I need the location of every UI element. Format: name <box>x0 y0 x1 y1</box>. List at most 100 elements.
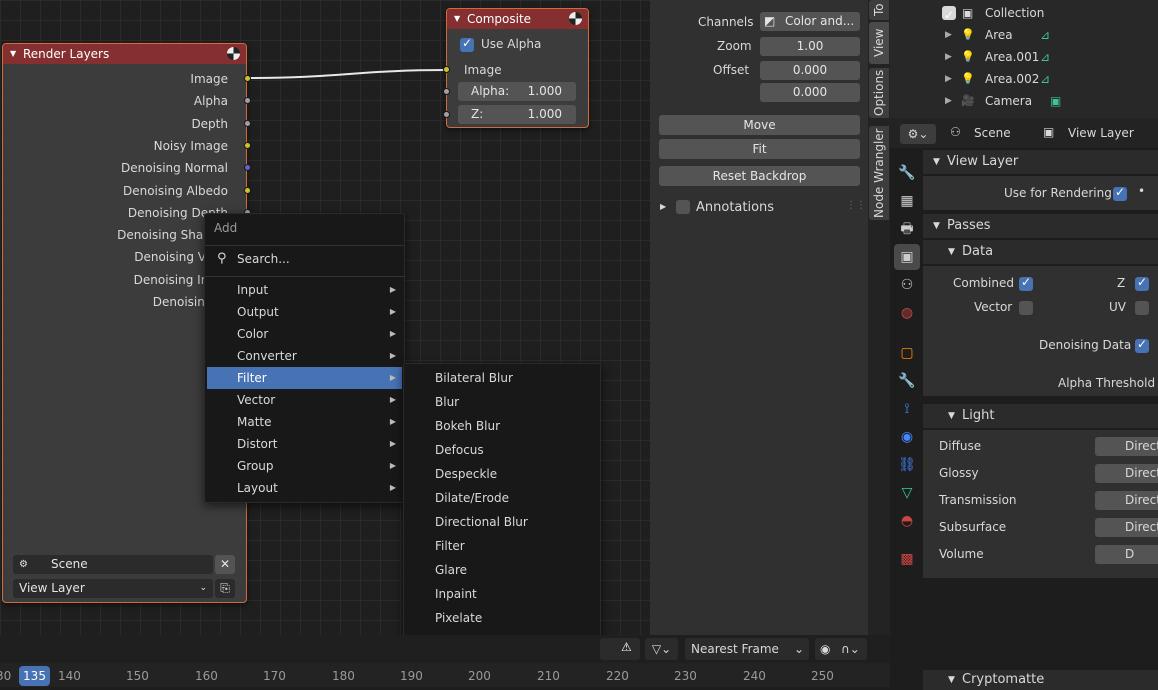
volume-direct-button[interactable]: D <box>1095 545 1158 564</box>
section-passes[interactable]: ▼ Passes <box>923 214 1158 238</box>
add-menu[interactable]: Add ⚲ Search... Input ▶ Output ▶ Color ▶ Conve… <box>204 213 405 503</box>
material-tab-icon[interactable]: ◓ <box>894 508 920 534</box>
physics-tab-icon[interactable]: ◉ <box>894 424 920 450</box>
add-menu-item-group[interactable]: Group ▶ <box>207 455 402 477</box>
filter-submenu[interactable]: Bilateral Blur Blur Bokeh Blur Defocus Despe… <box>403 363 601 635</box>
modifier-tab-icon[interactable]: 🔧 <box>894 368 920 394</box>
expand-icon[interactable]: ▶ <box>945 68 952 90</box>
glossy-direct-button[interactable]: Direct <box>1095 464 1158 483</box>
expand-icon[interactable]: ▶ <box>945 46 952 68</box>
expand-icon[interactable]: ▶ <box>945 24 952 46</box>
dot-icon[interactable]: • <box>1138 184 1145 198</box>
object-tab-icon[interactable]: ▢ <box>894 340 920 366</box>
z-field[interactable]: Z: 1.000 <box>458 105 576 124</box>
add-menu-item-output[interactable]: Output ▶ <box>207 301 402 323</box>
record-icon[interactable]: ◉ <box>820 638 830 660</box>
scene-tab-icon[interactable]: ⚇ <box>894 272 920 298</box>
diffuse-direct-button[interactable]: Direct <box>1095 437 1158 456</box>
add-menu-item-converter[interactable]: Converter ▶ <box>207 345 402 367</box>
data-icon[interactable]: ⊿ <box>1040 24 1050 46</box>
zoom-field[interactable]: 1.00 <box>760 37 860 56</box>
scene-field[interactable]: ⚙ Scene <box>13 555 213 574</box>
tab-options[interactable]: Options <box>869 68 889 118</box>
keying-buttons[interactable]: ⚠ <box>600 638 640 660</box>
warning-icon[interactable]: ⚠ <box>621 640 632 654</box>
offset-x-field[interactable]: 0.000 <box>760 61 860 80</box>
proportional-edit[interactable]: ◉ ∩⌄ <box>815 638 867 660</box>
filter-item-2[interactable]: Bokeh Blur <box>406 414 598 438</box>
image-input-socket[interactable] <box>443 66 450 73</box>
use-alpha-checkbox[interactable] <box>460 36 474 52</box>
outliner-row-camera[interactable]: ▶ 🎥 Camera ▣ <box>890 90 1158 112</box>
filter-item-0[interactable]: Bilateral Blur <box>406 366 598 390</box>
data-tab-icon[interactable]: ▽ <box>894 480 920 506</box>
view-layer-tab-icon[interactable]: ▣ <box>894 244 920 270</box>
current-frame[interactable]: 135 <box>19 666 50 686</box>
texture-tab-icon[interactable]: ▩ <box>894 546 920 572</box>
outliner-row-collection[interactable]: ▣ Collection <box>890 2 1158 26</box>
filter-item-8[interactable]: Glare <box>406 558 598 582</box>
subsection-light[interactable]: ▼ Light <box>923 404 1158 428</box>
data-icon[interactable]: ⊿ <box>1040 46 1050 68</box>
tab-to[interactable]: To <box>869 0 889 20</box>
tab-view[interactable]: View <box>869 22 889 64</box>
editor-type-dropdown[interactable]: ⚙⌄ <box>900 124 936 144</box>
clear-scene-button[interactable]: ✕ <box>215 555 235 574</box>
output-socket-3[interactable] <box>244 141 251 149</box>
outliner-row-area-001[interactable]: ▶ 💡 Area.001 ⊿ <box>890 46 1158 68</box>
add-search[interactable]: ⚲ Search... <box>207 248 402 270</box>
add-menu-item-distort[interactable]: Distort ▶ <box>207 433 402 455</box>
filter-item-5[interactable]: Dilate/Erode <box>406 486 598 510</box>
fit-button[interactable]: Fit <box>659 139 860 159</box>
drag-handle-icon[interactable]: ⋮⋮ <box>846 200 866 211</box>
filter-item-3[interactable]: Defocus <box>406 438 598 462</box>
filter-item-10[interactable]: Pixelate <box>406 606 598 630</box>
add-menu-item-input[interactable]: Input ▶ <box>207 279 402 301</box>
composite-header[interactable]: ▼ Composite <box>447 9 588 29</box>
alpha-field[interactable]: Alpha: 1.000 <box>458 82 576 101</box>
data-icon[interactable]: ▣ <box>1050 90 1061 112</box>
timeline[interactable]: ⚠ ▽⌄ Nearest Frame ⌄ ◉ ∩⌄ 30 140 150 160 170 1… <box>0 635 890 687</box>
filter-item-7[interactable]: Filter <box>406 534 598 558</box>
move-button[interactable]: Move <box>659 115 860 135</box>
node-editor-canvas[interactable]: ▼ Render Layers Image Alpha Depth Noisy Imag… <box>0 0 650 635</box>
offset-y-field[interactable]: 0.000 <box>760 83 860 102</box>
reset-backdrop-button[interactable]: Reset Backdrop <box>659 166 860 186</box>
render-layers-header[interactable]: ▼ Render Layers <box>3 44 246 64</box>
pinned-scene[interactable]: Scene <box>974 126 1011 140</box>
annotations-label[interactable]: Annotations <box>696 200 774 215</box>
add-menu-item-vector[interactable]: Vector ▶ <box>207 389 402 411</box>
collapse-icon[interactable]: ▼ <box>10 44 16 64</box>
use-for-rendering-checkbox[interactable] <box>1113 185 1127 201</box>
constraints-tab-icon[interactable]: ⛓ <box>894 452 920 478</box>
add-menu-item-color[interactable]: Color ▶ <box>207 323 402 345</box>
collection-checkbox[interactable] <box>942 4 956 26</box>
uv-checkbox[interactable] <box>1135 301 1149 315</box>
falloff-icon[interactable]: ∩⌄ <box>841 638 860 660</box>
tool-tab-icon[interactable]: 🔧 <box>894 160 920 186</box>
output-socket-5[interactable] <box>244 186 251 194</box>
output-socket-0[interactable] <box>244 75 251 82</box>
filter-icon[interactable]: ▽⌄ <box>645 638 678 660</box>
subsection-data[interactable]: ▼ Data <box>923 240 1158 264</box>
channels-dropdown[interactable]: ◩ Color and... <box>760 12 860 31</box>
filter-item-9[interactable]: Inpaint <box>406 582 598 606</box>
section-view-layer[interactable]: ▼ View Layer <box>923 150 1158 174</box>
particles-tab-icon[interactable]: ⟟ <box>894 396 920 422</box>
add-menu-item-matte[interactable]: Matte ▶ <box>207 411 402 433</box>
z-input-socket[interactable] <box>443 111 450 118</box>
composite-node[interactable]: ▼Composite Use Alpha Image Alpha: 1.000 … <box>443 8 589 128</box>
view-layer-dropdown[interactable]: View Layer ⌄ <box>13 579 213 598</box>
transmission-direct-button[interactable]: Direct <box>1095 491 1158 510</box>
pinned-view-layer[interactable]: View Layer <box>1068 126 1134 140</box>
vector-checkbox[interactable] <box>1019 301 1033 315</box>
output-tab-icon[interactable]: 🖶 <box>894 216 920 242</box>
denoising-data-checkbox[interactable] <box>1135 337 1149 353</box>
add-menu-item-layout[interactable]: Layout ▶ <box>207 477 402 499</box>
filter-item-1[interactable]: Blur <box>406 390 598 414</box>
world-tab-icon[interactable]: ◍ <box>894 300 920 326</box>
annotations-checkbox[interactable] <box>676 200 690 214</box>
render-tab-icon[interactable]: ▦ <box>894 188 920 214</box>
filter-item-4[interactable]: Despeckle <box>406 462 598 486</box>
sync-mode-dropdown[interactable]: Nearest Frame ⌄ <box>685 638 809 660</box>
